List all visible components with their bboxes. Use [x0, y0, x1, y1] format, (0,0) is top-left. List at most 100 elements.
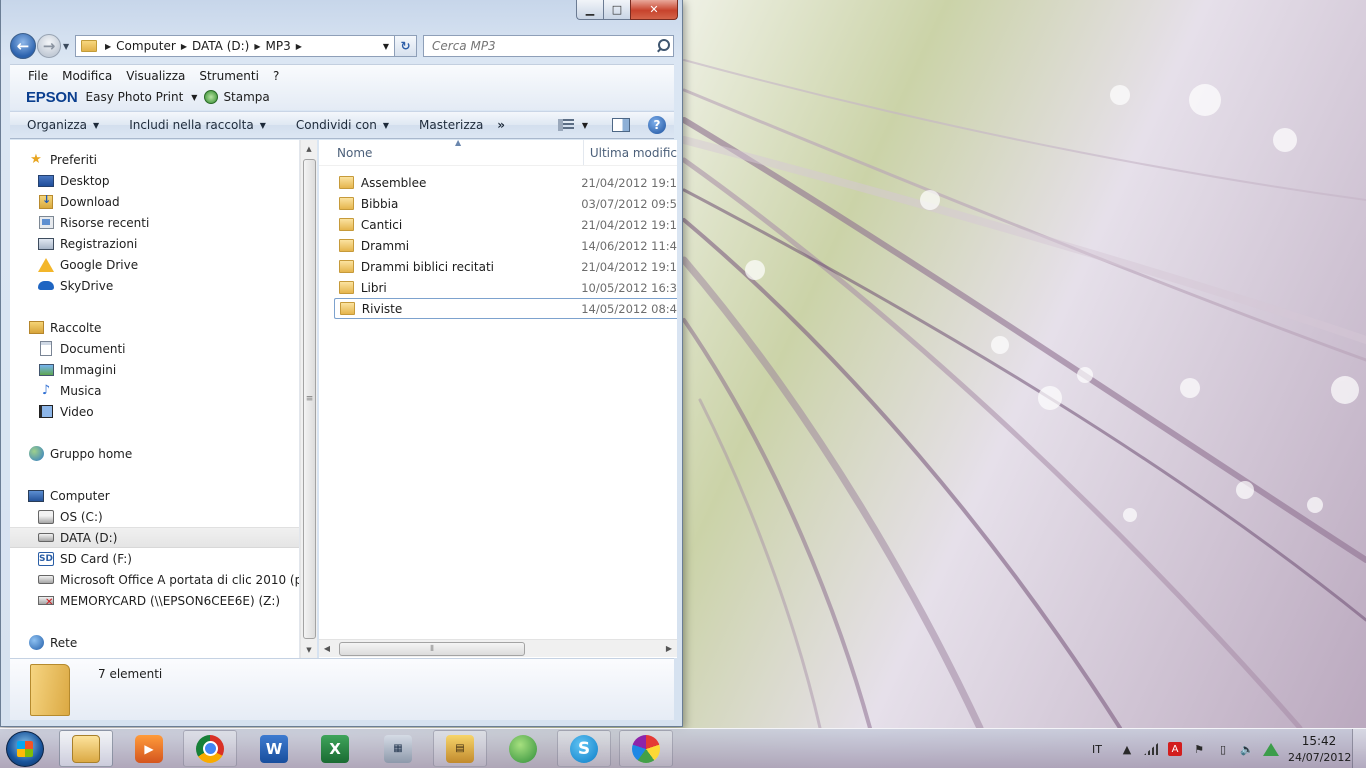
taskbar-epson-easy-photo-print[interactable]: ▤	[433, 730, 487, 767]
skype-icon: S	[570, 734, 598, 763]
scroll-right-arrow-icon[interactable]: ▶	[661, 644, 677, 653]
file-row[interactable]: Cantici 21/04/2012 19:1	[334, 214, 677, 235]
hard-drive-icon	[38, 530, 54, 546]
power-plug-icon[interactable]: ▯	[1216, 742, 1230, 756]
recordings-icon	[38, 236, 54, 252]
file-row[interactable]: Assemblee 21/04/2012 19:1	[334, 172, 677, 193]
view-dropdown-icon[interactable]: ▼	[582, 121, 588, 130]
google-drive-tray-icon[interactable]	[1263, 742, 1279, 756]
show-desktop-button[interactable]	[1352, 729, 1366, 768]
change-view-icon[interactable]	[557, 119, 574, 131]
chrome-icon	[196, 734, 224, 763]
menu-help[interactable]: ?	[273, 69, 279, 83]
nav-item-desktop[interactable]: Desktop	[10, 170, 299, 191]
close-button[interactable]: ✕	[630, 0, 678, 20]
start-button[interactable]	[6, 731, 44, 767]
file-row-selected[interactable]: Riviste 14/05/2012 08:4	[334, 298, 677, 319]
nav-item-data-d[interactable]: DATA (D:)	[10, 527, 299, 548]
nav-favorites[interactable]: ★ Preferiti	[10, 149, 299, 170]
nav-item-music[interactable]: ♪ Musica	[10, 380, 299, 401]
back-button[interactable]: ←	[10, 33, 36, 59]
preview-pane-icon[interactable]	[612, 118, 630, 132]
clock[interactable]: 15:42 24/07/2012	[1288, 734, 1351, 764]
help-icon[interactable]: ?	[648, 116, 666, 134]
nav-item-recent-places[interactable]: Risorse recenti	[10, 212, 299, 233]
refresh-button[interactable]: ↻	[395, 35, 417, 57]
file-row[interactable]: Drammi 14/06/2012 11:4	[334, 235, 677, 256]
scroll-up-arrow-icon[interactable]: ▲	[301, 140, 317, 157]
more-commands-button[interactable]: »	[497, 118, 505, 132]
horizontal-scrollbar-thumb[interactable]: ⦀	[339, 641, 525, 656]
recent-pages-dropdown[interactable]: ▼	[63, 42, 71, 51]
menu-edit[interactable]: Modifica	[62, 69, 112, 83]
menu-view[interactable]: Visualizza	[126, 69, 185, 83]
scroll-left-arrow-icon[interactable]: ◀	[319, 644, 335, 653]
nav-item-video[interactable]: Video	[10, 401, 299, 422]
taskbar-chrome[interactable]	[183, 730, 237, 767]
show-hidden-icons-arrow-icon[interactable]: ▲	[1120, 742, 1134, 756]
column-header-name[interactable]: ▲ Nome	[319, 140, 584, 165]
maximize-button[interactable]: □	[603, 0, 630, 20]
search-input[interactable]	[432, 39, 655, 53]
taskbar-windows-live-messenger[interactable]	[496, 730, 550, 767]
nav-item-documents[interactable]: Documenti	[10, 338, 299, 359]
taskbar-skype[interactable]: S	[557, 730, 611, 767]
breadcrumb-arrow-icon[interactable]: ▶	[296, 42, 302, 51]
epson-easy-photo-print-button[interactable]: Easy Photo Print	[86, 90, 184, 104]
taskbar-windows-explorer[interactable]	[59, 730, 113, 767]
nav-item-os-c[interactable]: OS (C:)	[10, 506, 299, 527]
breadcrumb-computer[interactable]: Computer	[116, 39, 176, 53]
share-with-button[interactable]: Condividi con ▼	[296, 118, 389, 132]
taskbar-paint[interactable]	[619, 730, 673, 767]
menu-file[interactable]: File	[28, 69, 48, 83]
nav-item-memorycard[interactable]: MEMORYCARD (\\EPSON6CEE6E) (Z:)	[10, 590, 299, 611]
forward-button[interactable]: →	[37, 34, 61, 58]
breadcrumb-arrow-icon[interactable]: ▶	[105, 42, 111, 51]
dropdown-arrow-icon: ▼	[259, 120, 266, 130]
breadcrumb-data-drive[interactable]: DATA (D:)	[192, 39, 249, 53]
file-row[interactable]: Libri 10/05/2012 16:3	[334, 277, 677, 298]
nav-libraries[interactable]: Raccolte	[10, 317, 299, 338]
print-icon[interactable]	[204, 90, 219, 104]
burn-button[interactable]: Masterizza	[419, 118, 483, 132]
language-indicator[interactable]: IT	[1092, 743, 1102, 756]
taskbar-calculator[interactable]: ▦	[371, 730, 425, 767]
action-center-flag-icon[interactable]: ⚑	[1192, 742, 1206, 756]
address-bar[interactable]: ▶ Computer ▶ DATA (D:) ▶ MP3 ▶ ▼	[75, 35, 395, 57]
nav-item-sd-card[interactable]: SD SD Card (F:)	[10, 548, 299, 569]
nav-item-skydrive[interactable]: SkyDrive	[10, 275, 299, 296]
nav-item-pictures[interactable]: Immagini	[10, 359, 299, 380]
taskbar-word[interactable]: W	[247, 730, 301, 767]
breadcrumb-mp3[interactable]: MP3	[266, 39, 291, 53]
nav-item-download[interactable]: Download	[10, 191, 299, 212]
breadcrumb-arrow-icon[interactable]: ▶	[254, 42, 260, 51]
file-row[interactable]: Drammi biblici recitati 21/04/2012 19:1	[334, 256, 677, 277]
address-dropdown-icon[interactable]: ▼	[383, 42, 394, 51]
windows-logo-icon	[17, 741, 33, 757]
include-in-library-button[interactable]: Includi nella raccolta ▼	[129, 118, 266, 132]
search-icon[interactable]	[655, 37, 673, 55]
breadcrumb-arrow-icon[interactable]: ▶	[181, 42, 187, 51]
taskbar-media-player[interactable]: ▶	[122, 730, 176, 767]
menu-tools[interactable]: Strumenti	[199, 69, 259, 83]
column-header-date-modified[interactable]: Ultima modific	[584, 146, 677, 160]
file-list-horizontal-scrollbar[interactable]: ◀ ⦀ ▶	[319, 639, 677, 657]
navigation-pane-scrollbar[interactable]: ▲ ≡ ▼	[300, 140, 317, 658]
nav-computer[interactable]: Computer	[10, 485, 299, 506]
minimize-button[interactable]: ▁	[576, 0, 603, 20]
volume-icon[interactable]: 🔈	[1240, 742, 1254, 756]
nav-item-office-drive[interactable]: Microsoft Office A portata di clic 2010 …	[10, 569, 299, 590]
scrollbar-thumb[interactable]: ≡	[303, 159, 316, 639]
taskbar-excel[interactable]: X	[308, 730, 362, 767]
organize-button[interactable]: Organizza ▼	[27, 118, 99, 132]
nav-network[interactable]: Rete	[10, 632, 299, 653]
epson-dropdown-icon[interactable]: ▼	[191, 93, 197, 102]
file-row[interactable]: Bibbia 03/07/2012 09:5	[334, 193, 677, 214]
print-button[interactable]: Stampa	[223, 90, 269, 104]
nav-item-google-drive[interactable]: Google Drive	[10, 254, 299, 275]
nav-homegroup[interactable]: Gruppo home	[10, 443, 299, 464]
acrobat-icon[interactable]: A	[1168, 742, 1182, 756]
nav-item-recordings[interactable]: Registrazioni	[10, 233, 299, 254]
signal-strength-icon[interactable]	[1144, 742, 1158, 756]
scroll-down-arrow-icon[interactable]: ▼	[301, 641, 317, 658]
